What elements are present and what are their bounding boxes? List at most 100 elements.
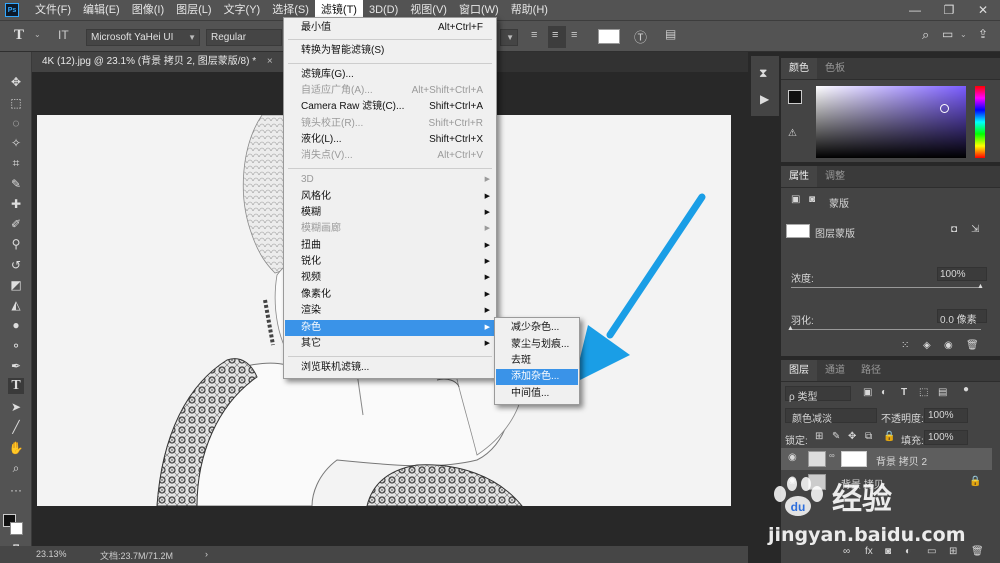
link-icon[interactable]: ∞ [829, 451, 837, 467]
menu-help[interactable]: 帮助(H) [505, 0, 554, 20]
filter-toggle-icon[interactable]: ● [963, 384, 969, 395]
menu-item-render[interactable]: 渲染 ▶ [285, 303, 495, 319]
line-tool-icon[interactable]: ╱ [8, 419, 24, 435]
character-panel-icon[interactable]: ▤ [665, 27, 676, 41]
tab-properties[interactable]: 属性 [781, 166, 817, 187]
play-action-icon[interactable]: ▶ [760, 92, 769, 106]
tab-paths[interactable]: 路径 [853, 360, 889, 381]
density-slider[interactable] [791, 287, 981, 288]
density-slider-thumb[interactable]: ▲ [977, 283, 984, 290]
anti-alias-select[interactable]: ▼ [500, 29, 518, 46]
hand-tool-icon[interactable]: ✋ [8, 440, 24, 456]
menu-layer[interactable]: 图层(L) [170, 0, 217, 20]
document-tab[interactable]: 4K (12).jpg @ 23.1% (背景 拷贝 2, 图层蒙版/8) * … [32, 52, 283, 72]
menu-edit[interactable]: 编辑(E) [77, 0, 126, 20]
vector-mask-icon[interactable]: ◙ [809, 194, 815, 205]
font-style-select[interactable]: Regular [206, 29, 282, 46]
submenu-item-median[interactable]: 中间值... [496, 386, 578, 402]
close-icon[interactable]: ✕ [966, 0, 1000, 20]
lock-transparency-icon[interactable]: ⊞ [815, 431, 823, 442]
feather-slider[interactable] [791, 329, 981, 330]
menu-item-pixelate[interactable]: 像素化 ▶ [285, 287, 495, 303]
align-right-icon[interactable]: ≡ [571, 29, 577, 41]
dodge-tool-icon[interactable]: ⚬ [8, 338, 24, 354]
type-tool-icon[interactable]: T [8, 378, 24, 394]
filter-smart-icon[interactable]: ▤ [938, 387, 947, 398]
menu-item-video[interactable]: 视频 ▶ [285, 270, 495, 286]
submenu-item-reduce-noise[interactable]: 减少杂色... [496, 320, 578, 336]
layer-filter-select[interactable]: ρ 类型 [785, 386, 851, 403]
lock-position-icon[interactable]: ✥ [848, 431, 856, 442]
load-selection-icon[interactable]: ⁙ [901, 340, 909, 351]
blend-mode-select[interactable]: 颜色减淡 [785, 408, 877, 425]
type-tool-icon[interactable]: T [14, 27, 24, 44]
submenu-item-add-noise[interactable]: 添加杂色... [496, 369, 578, 385]
font-family-select[interactable]: Microsoft YaHei UI ▼ [86, 29, 200, 46]
menu-image[interactable]: 图像(I) [126, 0, 170, 20]
history-icon[interactable]: ⧗ [759, 66, 767, 81]
marquee-tool-icon[interactable]: ⬚ [8, 95, 24, 111]
chevron-down-icon[interactable]: ⌄ [960, 30, 967, 39]
zoom-tool-icon[interactable]: ⌕ [8, 460, 24, 476]
menu-item-filter-gallery[interactable]: 滤镜库(G)... [285, 67, 495, 83]
select-mask-icon[interactable]: ◘ [951, 224, 957, 235]
submenu-item-despeckle[interactable]: 去斑 [496, 353, 578, 369]
healing-brush-icon[interactable]: ✚ [8, 196, 24, 212]
menu-item-liquify[interactable]: 液化(L)... Shift+Ctrl+X [285, 132, 495, 148]
menu-item-noise[interactable]: 杂色 ▶ [285, 320, 495, 336]
clone-stamp-icon[interactable]: ⚲ [8, 236, 24, 252]
menu-item-camera-raw[interactable]: Camera Raw 滤镜(C)... Shift+Ctrl+A [285, 99, 495, 115]
move-tool-icon[interactable]: ✥ [8, 74, 24, 90]
fill-input[interactable]: 100% [924, 430, 968, 445]
visibility-eye-icon[interactable]: ◉ [788, 452, 797, 463]
apply-mask-icon[interactable]: ◈ [923, 340, 931, 351]
eraser-icon[interactable]: ◩ [8, 277, 24, 293]
submenu-item-dust-scratches[interactable]: 蒙尘与划痕... [496, 337, 578, 353]
tab-color[interactable]: 颜色 [781, 58, 817, 79]
lock-artboard-icon[interactable]: ⧉ [865, 431, 872, 442]
menu-file[interactable]: 文件(F) [29, 0, 77, 20]
filter-type-icon[interactable]: T [901, 387, 907, 398]
feather-input[interactable]: 0.0 像素 [937, 309, 987, 326]
warp-text-icon[interactable]: Ⓣ [634, 27, 647, 46]
density-input[interactable]: 100% [937, 267, 987, 281]
menu-item-distort[interactable]: 扭曲 ▶ [285, 238, 495, 254]
paint-bucket-icon[interactable]: ◭ [8, 297, 24, 313]
brush-tool-icon[interactable]: ✐ [8, 216, 24, 232]
layer-name[interactable]: 背景 拷贝 2 [876, 453, 927, 468]
menu-item-stylize[interactable]: 风格化 ▶ [285, 189, 495, 205]
tab-channels[interactable]: 通道 [817, 360, 853, 381]
blur-tool-icon[interactable]: ● [8, 317, 24, 333]
filter-pixel-icon[interactable]: ▣ [863, 387, 872, 398]
menu-item-sharpen[interactable]: 锐化 ▶ [285, 254, 495, 270]
foreground-color-swatch[interactable] [788, 90, 802, 104]
text-orientation-icon[interactable]: IT [58, 28, 69, 42]
restore-icon[interactable]: ❐ [932, 0, 966, 20]
filter-adjustment-icon[interactable]: ◐ [881, 387, 887, 398]
menu-item-minimum[interactable]: 最小值 Alt+Ctrl+F [285, 20, 495, 36]
path-selection-icon[interactable]: ➤ [8, 399, 24, 415]
lasso-tool-icon[interactable]: ◌ [8, 115, 24, 131]
color-field[interactable] [816, 86, 966, 158]
tab-layers[interactable]: 图层 [781, 360, 817, 381]
history-brush-icon[interactable]: ↺ [8, 257, 24, 273]
menu-item-convert-smart-filter[interactable]: 转换为智能滤镜(S) [285, 43, 495, 59]
visibility-icon[interactable]: ◉ [944, 340, 953, 351]
color-picker-handle[interactable] [940, 104, 949, 113]
eyedropper-icon[interactable]: ✎ [8, 176, 24, 192]
chevron-down-icon[interactable]: ⌄ [34, 30, 41, 39]
opacity-input[interactable]: 100% [924, 408, 968, 423]
more-tools-icon[interactable]: ··· [8, 482, 24, 498]
trash-icon[interactable]: 🗑 [966, 340, 979, 351]
search-icon[interactable]: ⌕ [922, 27, 929, 43]
align-center-icon[interactable]: ≡ [548, 26, 566, 48]
layer-mask-thumbnail[interactable] [841, 451, 867, 467]
text-color-swatch[interactable] [598, 29, 620, 44]
pixel-mask-icon[interactable]: ▣ [791, 194, 800, 205]
selection-from-mask-icon[interactable]: ⇲ [971, 224, 979, 235]
background-color-swatch[interactable] [10, 522, 23, 535]
zoom-level[interactable]: 23.13% [36, 549, 67, 559]
layer-row[interactable]: ◉ ∞ 背景 拷贝 2 [781, 448, 992, 470]
close-tab-icon[interactable]: × [267, 56, 273, 67]
share-icon[interactable]: ⇪ [978, 27, 988, 41]
